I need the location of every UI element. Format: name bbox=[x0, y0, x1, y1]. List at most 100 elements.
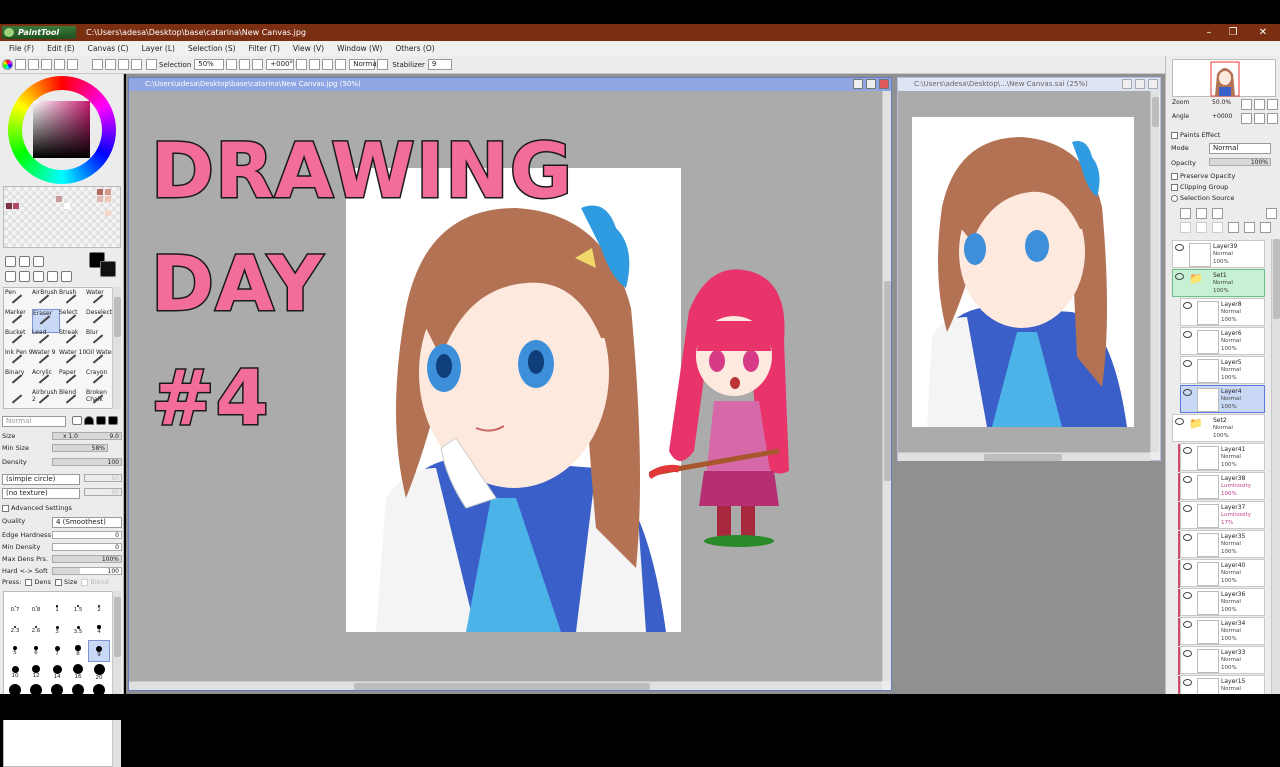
advanced-toggle[interactable] bbox=[2, 504, 9, 512]
brush-size-cell[interactable]: 5 bbox=[4, 640, 26, 662]
preview-vscroll[interactable] bbox=[1150, 91, 1159, 452]
layer-row[interactable]: Layer15 Normal bbox=[1178, 675, 1265, 694]
rotate-reset-icon[interactable] bbox=[322, 59, 334, 70]
brush-size-cell[interactable]: 0.8 bbox=[25, 598, 47, 620]
new-linework-icon[interactable] bbox=[1196, 208, 1207, 219]
brush-size-cell[interactable]: 0.7 bbox=[4, 598, 26, 620]
layer-list-scrollbar[interactable] bbox=[1271, 239, 1280, 694]
zoom-select[interactable]: 50% bbox=[194, 59, 225, 70]
color-swatch[interactable] bbox=[56, 196, 62, 202]
eye-icon[interactable] bbox=[1183, 534, 1192, 541]
paints-effect-toggle[interactable] bbox=[1171, 131, 1178, 139]
brush-size-cell[interactable]: 2.6 bbox=[25, 619, 47, 641]
layer-row[interactable]: Layer5 Normal 100% bbox=[1180, 356, 1265, 384]
main-window-maximize-icon[interactable] bbox=[866, 79, 876, 89]
flip-icon[interactable] bbox=[335, 59, 347, 70]
menu-item-5[interactable]: Filter (T) bbox=[249, 44, 280, 53]
menu-item-1[interactable]: Edit (E) bbox=[47, 44, 75, 53]
layer-row[interactable]: Layer37 Luminosity 17% bbox=[1178, 501, 1265, 530]
brush-grid-scrollbar[interactable] bbox=[112, 287, 121, 409]
selection-source-checkbox[interactable] bbox=[1171, 194, 1178, 202]
brush-shape-4-icon[interactable] bbox=[108, 416, 118, 425]
color-wheel-toggle-icon[interactable] bbox=[2, 59, 13, 70]
new-set-icon[interactable] bbox=[1212, 208, 1223, 219]
main-window-close-icon[interactable] bbox=[879, 79, 889, 89]
brush-size-cell[interactable]: 14 bbox=[46, 661, 68, 683]
eye-icon[interactable] bbox=[1175, 244, 1184, 251]
eye-icon[interactable] bbox=[1175, 418, 1184, 425]
layer-row[interactable]: Layer34 Normal 100% bbox=[1178, 617, 1265, 646]
swatch-grid[interactable] bbox=[3, 186, 121, 248]
maximize-button[interactable]: ❐ bbox=[1220, 24, 1246, 41]
color-swatch[interactable] bbox=[105, 210, 111, 216]
max-dens-slider[interactable]: 100% bbox=[52, 555, 122, 563]
press-size-checkbox[interactable] bbox=[54, 578, 62, 586]
nav-rotate-left-icon[interactable] bbox=[1241, 113, 1252, 124]
layer-row[interactable]: Layer36 Normal 100% bbox=[1178, 588, 1265, 617]
layer-row[interactable]: Layer40 Normal 100% bbox=[1178, 559, 1265, 588]
layer-row[interactable]: 📁 Set1 Normal 100% bbox=[1172, 269, 1265, 297]
brush-tool-20[interactable] bbox=[5, 389, 33, 413]
blend-mode-icon[interactable] bbox=[377, 59, 389, 70]
color-swatch[interactable] bbox=[97, 189, 103, 195]
main-window-minimize-icon[interactable] bbox=[853, 79, 863, 89]
minimize-button[interactable]: – bbox=[1196, 24, 1222, 41]
layer-row[interactable]: Layer39 Normal 100% bbox=[1172, 240, 1265, 268]
brush-size-cell[interactable]: 9 bbox=[88, 640, 110, 662]
brush-size-cell[interactable]: 2 bbox=[88, 598, 110, 620]
eye-icon[interactable] bbox=[1183, 592, 1192, 599]
layer-row[interactable]: Layer33 Normal 100% bbox=[1178, 646, 1265, 675]
layer-mode-select[interactable]: Normal bbox=[1209, 143, 1271, 154]
menu-item-4[interactable]: Selection (S) bbox=[188, 44, 236, 53]
zoom-in-icon[interactable] bbox=[239, 59, 251, 70]
zoom-reset-icon[interactable] bbox=[252, 59, 264, 70]
eye-icon[interactable] bbox=[1183, 447, 1192, 454]
move-icon[interactable] bbox=[5, 271, 16, 282]
redo-icon[interactable] bbox=[105, 59, 116, 70]
edge-hardness-slider[interactable]: 0 bbox=[52, 531, 122, 539]
preview-window-title[interactable]: C:\Users\adesa\Desktop\...\New Canvas.sa… bbox=[898, 78, 1160, 91]
copy-layer-icon[interactable] bbox=[1180, 222, 1191, 233]
hsv-slider-toggle-icon[interactable] bbox=[28, 59, 39, 70]
navigator-preview[interactable] bbox=[1172, 59, 1276, 97]
preview-close-icon[interactable] bbox=[1148, 79, 1158, 89]
brush-size-cell[interactable]: 1.5 bbox=[67, 598, 89, 620]
brush-size-cell[interactable]: 8 bbox=[67, 640, 89, 662]
layer-opacity-slider[interactable]: 100% bbox=[1209, 158, 1271, 166]
brush-shape-2-icon[interactable] bbox=[84, 416, 94, 425]
texture-strength[interactable]: 95 bbox=[84, 488, 122, 496]
eye-icon[interactable] bbox=[1183, 331, 1192, 338]
main-canvas-hscroll[interactable] bbox=[129, 681, 882, 690]
lasso-icon[interactable] bbox=[19, 256, 30, 267]
magic-wand-icon[interactable] bbox=[33, 256, 44, 267]
brush-size-cell[interactable]: 10 bbox=[4, 661, 26, 683]
nav-rotate-right-icon[interactable] bbox=[1254, 113, 1265, 124]
eye-icon[interactable] bbox=[1183, 389, 1192, 396]
preview-hscroll[interactable] bbox=[898, 452, 1150, 461]
brush-size-cell[interactable]: 16 bbox=[67, 661, 89, 683]
artwork-paper[interactable] bbox=[346, 168, 681, 632]
color-swatch[interactable] bbox=[105, 196, 111, 202]
color-swatch[interactable] bbox=[6, 203, 12, 209]
menu-item-8[interactable]: Others (O) bbox=[395, 44, 434, 53]
color-swatch[interactable] bbox=[64, 203, 70, 209]
preview-maximize-icon[interactable] bbox=[1135, 79, 1145, 89]
brush-tool-23[interactable]: Broken Chalk bbox=[86, 389, 114, 413]
merge-down-icon[interactable] bbox=[1212, 222, 1223, 233]
eye-icon[interactable] bbox=[1183, 360, 1192, 367]
brush-shape-3-icon[interactable] bbox=[96, 416, 106, 425]
nav-rotate-reset-icon[interactable] bbox=[1267, 113, 1278, 124]
transfer-down-icon[interactable] bbox=[1196, 222, 1207, 233]
delete-layer-icon[interactable] bbox=[1244, 222, 1255, 233]
nav-zoom-out-icon[interactable] bbox=[1241, 99, 1252, 110]
color-swatch[interactable] bbox=[97, 196, 103, 202]
brush-tool-21[interactable]: Airbrush 2 bbox=[32, 389, 60, 413]
rotate-right-icon[interactable] bbox=[309, 59, 321, 70]
brush-size-cell[interactable]: 3 bbox=[46, 619, 68, 641]
layer-options-icon[interactable] bbox=[1266, 208, 1277, 219]
brush-size-cell[interactable]: 1 bbox=[46, 598, 68, 620]
preserve-opacity-checkbox[interactable] bbox=[1171, 172, 1178, 180]
rotate-left-icon[interactable] bbox=[296, 59, 308, 70]
menu-item-7[interactable]: Window (W) bbox=[337, 44, 382, 53]
preview-minimize-icon[interactable] bbox=[1122, 79, 1132, 89]
